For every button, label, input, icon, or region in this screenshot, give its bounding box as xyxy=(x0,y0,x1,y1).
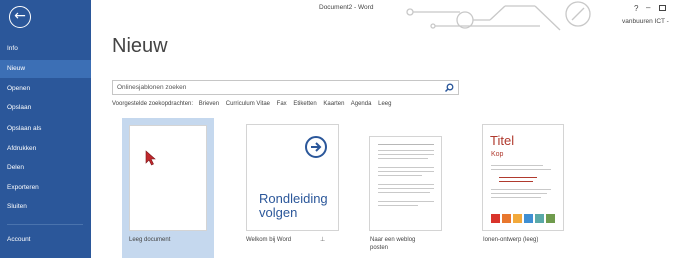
sidebar-item-nieuw[interactable]: Nieuw xyxy=(0,60,91,78)
ion-thumbnail-title: Titel xyxy=(490,133,515,148)
template-label: Naar een weblog posten xyxy=(370,237,416,251)
color-swatch xyxy=(491,214,500,223)
suggested-link-fax[interactable]: Fax xyxy=(277,101,287,107)
template-search-input[interactable]: Onlinesjablonen zoeken xyxy=(112,80,459,95)
back-button[interactable]: ← xyxy=(9,6,31,28)
blank-document-thumbnail xyxy=(129,125,207,231)
ion-thumbnail-subtitle: Kop xyxy=(491,151,504,158)
color-swatch xyxy=(502,214,511,223)
suggested-link-etiketten[interactable]: Etiketten xyxy=(293,101,316,107)
search-icon[interactable] xyxy=(444,83,454,93)
template-welcome-word[interactable]: Rondleiding volgen xyxy=(246,124,339,231)
template-ion-design[interactable]: Titel Kop xyxy=(482,124,564,231)
suggested-link-agenda[interactable]: Agenda xyxy=(351,101,372,107)
sidebar-item-account[interactable]: Account xyxy=(0,231,91,249)
suggested-link-leeg[interactable]: Leeg xyxy=(378,101,391,107)
circuit-decoration xyxy=(406,1,591,31)
minimize-button[interactable]: – xyxy=(646,3,650,12)
suggested-link-brieven[interactable]: Brieven xyxy=(199,101,219,107)
search-placeholder: Onlinesjablonen zoeken xyxy=(117,84,187,91)
sidebar-item-info[interactable]: Info xyxy=(0,40,91,58)
window-title: Document2 - Word xyxy=(319,4,374,11)
suggested-link-cv[interactable]: Curriculum Vitae xyxy=(226,101,270,107)
sidebar-item-delen[interactable]: Delen xyxy=(0,159,91,177)
suggested-searches: Voorgestelde zoekopdrachten: Brieven Cur… xyxy=(112,101,396,107)
template-label: Leeg document xyxy=(129,237,171,243)
restore-button[interactable] xyxy=(659,5,666,11)
sidebar-item-opslaan-als[interactable]: Opslaan als xyxy=(0,120,91,138)
sidebar-item-opslaan[interactable]: Opslaan xyxy=(0,99,91,117)
template-blog-post[interactable] xyxy=(369,136,442,231)
account-name[interactable]: vanbuuren ICT - xyxy=(622,18,669,25)
color-swatch xyxy=(546,214,555,223)
arrow-left-icon: ← xyxy=(14,8,26,24)
color-swatch xyxy=(535,214,544,223)
sidebar-divider xyxy=(7,224,83,225)
sidebar-item-sluiten[interactable]: Sluiten xyxy=(0,198,91,216)
help-button[interactable]: ? xyxy=(634,4,638,13)
sidebar-item-openen[interactable]: Openen xyxy=(0,80,91,98)
suggested-label: Voorgestelde zoekopdrachten: xyxy=(112,101,194,107)
mouse-cursor-icon xyxy=(145,150,156,166)
suggested-link-kaarten[interactable]: Kaarten xyxy=(323,101,344,107)
arrow-right-icon xyxy=(305,136,327,158)
sidebar-item-afdrukken[interactable]: Afdrukken xyxy=(0,140,91,158)
backstage-sidebar: ← Info Nieuw Openen Opslaan Opslaan als … xyxy=(0,0,91,258)
page-title: Nieuw xyxy=(112,35,168,57)
color-swatch xyxy=(513,214,522,223)
template-label: Welkom bij Word xyxy=(246,237,292,243)
template-label: Ionen-ontwerp (leeg) xyxy=(483,237,539,243)
tour-thumbnail-text: Rondleiding volgen xyxy=(259,191,328,220)
template-blank-document[interactable]: Leeg document xyxy=(122,118,214,258)
sidebar-item-exporteren[interactable]: Exporteren xyxy=(0,179,91,197)
color-swatch xyxy=(524,214,533,223)
pin-icon[interactable]: ⊥ xyxy=(320,236,325,243)
